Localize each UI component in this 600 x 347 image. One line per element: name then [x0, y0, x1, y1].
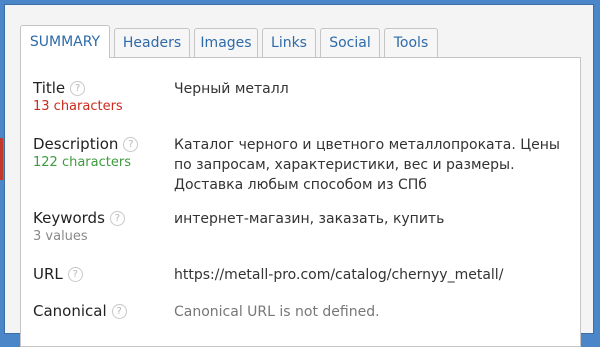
tab-headers[interactable]: Headers — [114, 28, 190, 57]
tab-links[interactable]: Links — [262, 28, 316, 57]
canonical-label: Canonical — [33, 302, 107, 320]
help-icon[interactable]: ? — [70, 80, 86, 96]
url-label: URL — [33, 265, 63, 283]
tab-images[interactable]: Images — [194, 28, 258, 57]
help-icon[interactable]: ? — [109, 210, 125, 226]
summary-panel: Title ? 13 characters Черный металл Desc… — [20, 57, 581, 347]
keywords-label: Keywords — [33, 209, 105, 227]
title-label: Title — [33, 79, 66, 97]
title-length: 13 characters — [33, 99, 123, 114]
tab-social[interactable]: Social — [320, 28, 380, 57]
url-value[interactable]: https://metall-pro.com/catalog/chernyy_m… — [174, 265, 564, 285]
description-label: Description — [33, 135, 119, 153]
help-icon[interactable]: ? — [123, 136, 139, 152]
tab-tools[interactable]: Tools — [384, 28, 438, 57]
help-icon[interactable]: ? — [111, 303, 127, 319]
title-label-group: Title ? — [33, 79, 86, 97]
description-label-group: Description ? — [33, 135, 139, 153]
description-value: Каталог черного и цветного металлопрокат… — [174, 137, 560, 193]
description-length: 122 characters — [33, 155, 131, 170]
keywords-label-group: Keywords ? — [33, 209, 125, 227]
keywords-value: интернет-магазин, заказать, купить — [174, 211, 445, 227]
canonical-value: Canonical URL is not defined. — [174, 304, 380, 320]
url-label-group: URL ? — [33, 265, 83, 283]
canonical-label-group: Canonical ? — [33, 302, 127, 320]
title-value: Черный металл — [174, 81, 289, 97]
keywords-count: 3 values — [33, 229, 88, 244]
left-edge-marker — [0, 138, 3, 180]
tab-summary[interactable]: SUMMARY — [20, 25, 110, 58]
help-icon[interactable]: ? — [67, 266, 83, 282]
